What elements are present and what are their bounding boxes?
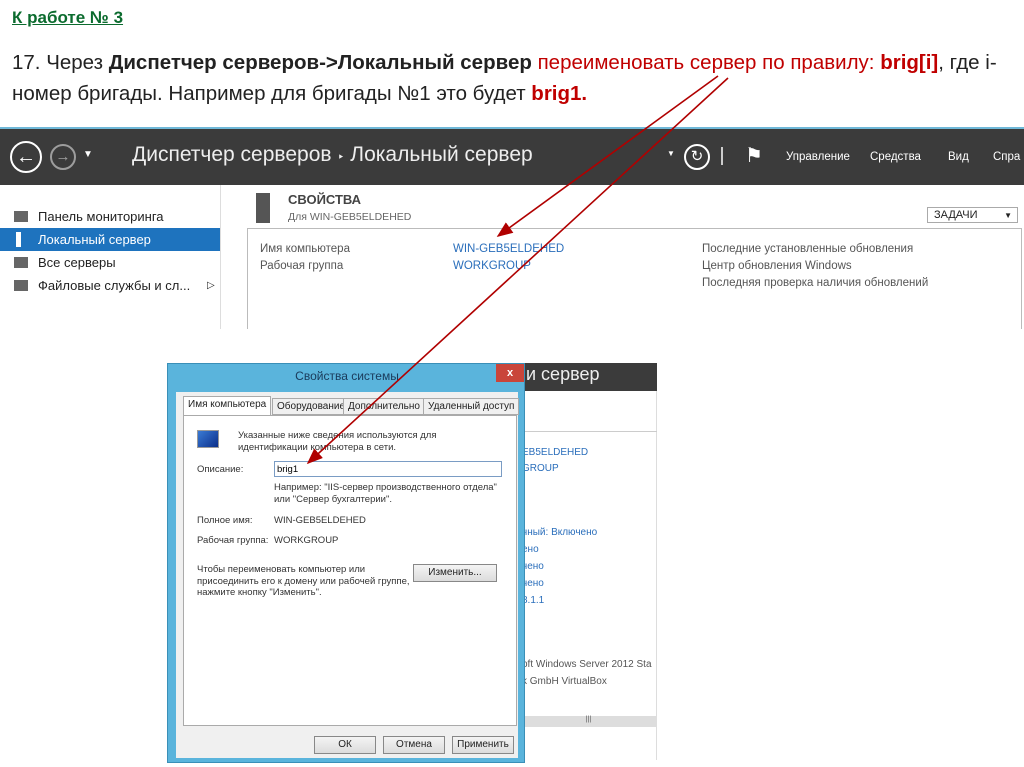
- arrow-to-computer-name: [496, 75, 719, 237]
- annotation-arrows: [306, 75, 729, 465]
- arrow-to-description-field: [306, 77, 729, 465]
